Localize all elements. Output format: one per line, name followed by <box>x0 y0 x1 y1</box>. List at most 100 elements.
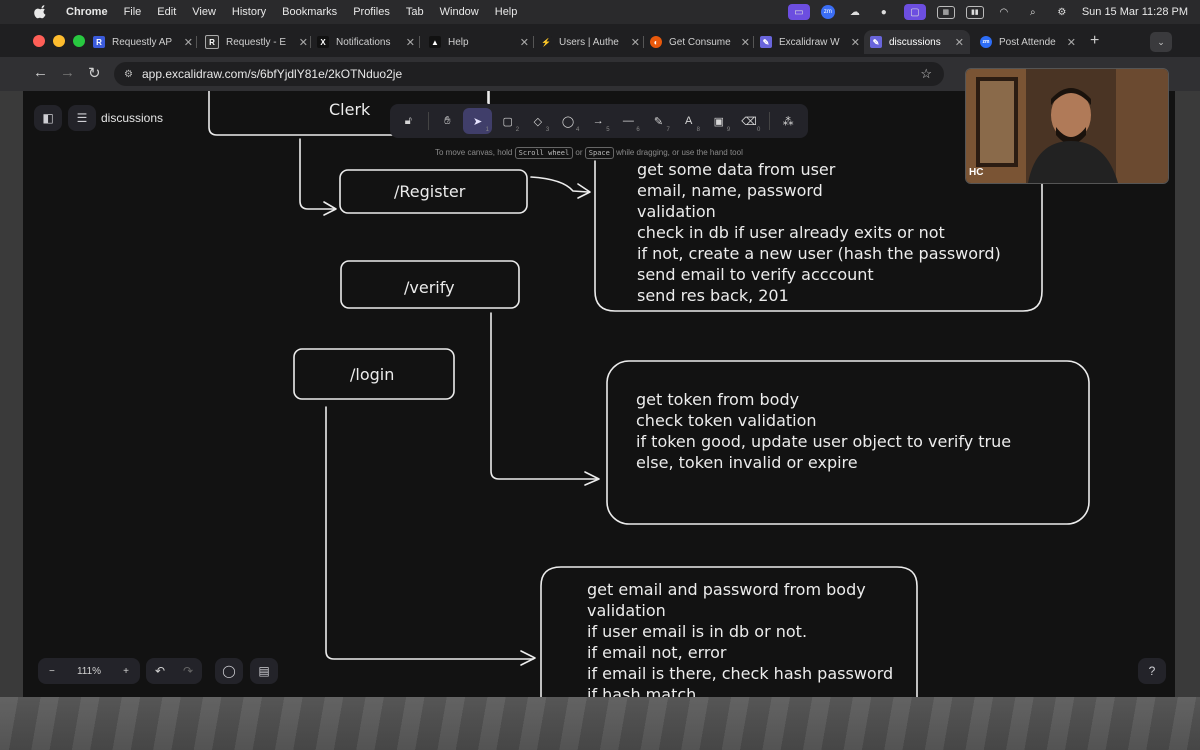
menu-window[interactable]: Window <box>440 6 479 18</box>
verify-note-line: check token validation <box>636 411 817 430</box>
eraser-tool-button[interactable]: ⌫ 0 <box>735 108 764 134</box>
more-tools-button[interactable]: ⁂ <box>774 108 803 134</box>
hint-key-space: Space <box>584 147 614 159</box>
control-center-icon[interactable]: ⚙ <box>1053 5 1071 19</box>
zoom-out-button[interactable]: − <box>49 666 55 677</box>
menu-file[interactable]: File <box>124 6 142 18</box>
window-controls <box>33 35 85 47</box>
zoom-in-button[interactable]: + <box>123 666 129 677</box>
bookmark-star-icon[interactable]: ☆ <box>920 66 932 82</box>
selection-icon: ➤ <box>472 115 483 128</box>
redo-icon[interactable]: ↷ <box>183 664 193 678</box>
forward-arrow-icon[interactable]: → <box>60 64 75 81</box>
undo-icon[interactable]: ↶ <box>155 664 165 678</box>
menu-history[interactable]: History <box>232 6 266 18</box>
screen-record-icon[interactable]: ▭ <box>787 4 810 20</box>
hand-tool-button[interactable]: ✋︎ <box>433 108 462 134</box>
site-info-icon[interactable]: ⚙ <box>124 69 133 80</box>
selection-tool-button[interactable]: ➤ 1 <box>463 108 492 134</box>
close-tab-icon[interactable]: ✕ <box>520 36 529 49</box>
close-tab-icon[interactable]: ✕ <box>955 36 964 49</box>
tab-post-attendee[interactable]: zm Post Attende ✕ <box>980 30 1076 54</box>
reload-icon[interactable]: ↻ <box>88 64 101 82</box>
menu-clock[interactable]: Sun 15 Mar 11:28 PM <box>1082 6 1188 18</box>
apple-icon[interactable] <box>34 5 48 19</box>
menu-tab[interactable]: Tab <box>406 6 424 18</box>
new-tab-icon[interactable]: + <box>1090 32 1099 50</box>
close-tab-icon[interactable]: ✕ <box>406 36 415 49</box>
wifi-icon[interactable]: ◠ <box>995 5 1013 19</box>
tab-requestly-api[interactable]: R Requestly AP ✕ <box>93 30 193 54</box>
help-button[interactable]: ? <box>1138 658 1166 684</box>
spotlight-search-icon[interactable]: ⌕ <box>1024 5 1042 19</box>
shortcut-key: 7 <box>666 127 670 133</box>
close-tab-icon[interactable]: ✕ <box>184 36 193 49</box>
webcam-overlay[interactable] <box>965 68 1169 184</box>
lock-icon: 🔓︎ <box>404 114 412 127</box>
lock-tool-button[interactable]: 🔓︎ <box>394 108 423 134</box>
tab-help[interactable]: ▲ Help ✕ <box>429 30 529 54</box>
ellipse-tool-button[interactable]: ◯ 4 <box>554 108 583 134</box>
close-tab-icon[interactable]: ✕ <box>631 36 640 49</box>
keyboard-icon[interactable]: ▦ <box>936 5 955 19</box>
arrow-tool-button[interactable]: → 5 <box>584 108 613 134</box>
minimize-window-button[interactable] <box>53 35 65 47</box>
diamond-tool-button[interactable]: ◇ 3 <box>524 108 553 134</box>
screen-share-icon[interactable]: ▢ <box>903 4 926 20</box>
messenger-icon[interactable]: ● <box>875 5 893 19</box>
eraser-icon: ⌫ <box>741 115 757 128</box>
tab-discussions-active[interactable]: ✎ discussions ✕ <box>864 30 970 54</box>
verify-to-notes-arrow <box>490 312 598 480</box>
comments-button[interactable]: ◯ <box>215 658 243 684</box>
close-tab-icon[interactable]: ✕ <box>741 36 750 49</box>
menu-app-name[interactable]: Chrome <box>66 6 108 18</box>
close-tab-icon[interactable]: ✕ <box>299 36 308 49</box>
tab-users-auth[interactable]: ⚡ Users | Authe ✕ <box>540 30 640 54</box>
zoom-favicon-icon: zm <box>980 36 992 48</box>
login-note-line: validation <box>587 601 666 620</box>
battery-icon[interactable]: ▮▮ <box>965 5 984 19</box>
tab-search-chevron-icon[interactable]: ⌄ <box>1150 32 1172 52</box>
document-name[interactable]: discussions <box>101 111 163 125</box>
main-menu-button[interactable]: ☰ <box>68 105 96 131</box>
menu-profiles[interactable]: Profiles <box>353 6 390 18</box>
zoom-app-icon[interactable]: zm <box>820 5 835 19</box>
toolbar-divider <box>768 112 770 130</box>
tab-excalidraw[interactable]: ✎ Excalidraw W ✕ <box>760 30 860 54</box>
menu-view[interactable]: View <box>192 6 216 18</box>
toolbar-divider <box>428 112 430 130</box>
menu-help[interactable]: Help <box>495 6 518 18</box>
tab-get-consumer[interactable]: ◐ Get Consume ✕ <box>650 30 750 54</box>
hint-key-scroll: Scroll wheel <box>514 147 574 159</box>
menu-edit[interactable]: Edit <box>157 6 176 18</box>
more-tools-icon: ⁂ <box>782 115 794 128</box>
url-text[interactable]: app.excalidraw.com/s/6bfYjdlY81e/2kOTNdu… <box>142 67 402 81</box>
close-window-button[interactable] <box>33 35 45 47</box>
tab-notifications[interactable]: X Notifications ✕ <box>317 30 415 54</box>
zoom-level[interactable]: 111% <box>77 666 101 677</box>
rectangle-tool-button[interactable]: ▢ 2 <box>493 108 522 134</box>
menu-bookmarks[interactable]: Bookmarks <box>282 6 337 18</box>
supabase-favicon-icon: ⚡ <box>540 36 552 48</box>
tab-title: Requestly - E <box>226 36 287 48</box>
hint-text: To move canvas, hold <box>435 148 513 157</box>
draw-tool-button[interactable]: ✎ 7 <box>644 108 673 134</box>
x-favicon-icon: X <box>317 36 329 48</box>
line-tool-button[interactable]: —6 <box>614 108 643 134</box>
close-tab-icon[interactable]: ✕ <box>851 36 860 49</box>
close-tab-icon[interactable]: ✕ <box>1067 36 1076 49</box>
tab-divider <box>196 36 197 48</box>
help-icon: ? <box>1148 664 1156 678</box>
image-tool-button[interactable]: ▣ 9 <box>705 108 734 134</box>
weather-icon[interactable]: ☁ <box>846 5 864 19</box>
back-arrow-icon[interactable]: ← <box>33 64 48 81</box>
tab-requestly[interactable]: R Requestly - E ✕ <box>205 30 308 54</box>
diamond-icon: ◇ <box>533 115 543 128</box>
hint-text: while dragging, or use the hand tool <box>616 148 743 157</box>
presentation-button[interactable]: ▤ <box>250 658 278 684</box>
maximize-window-button[interactable] <box>73 35 85 47</box>
address-bar[interactable]: ⚙ app.excalidraw.com/s/6bfYjdlY81e/2kOTN… <box>114 62 944 86</box>
text-tool-button[interactable]: A8 <box>674 108 703 134</box>
sidebar-toggle-button[interactable]: ◧ <box>34 105 62 131</box>
login-label: /login <box>350 365 394 384</box>
